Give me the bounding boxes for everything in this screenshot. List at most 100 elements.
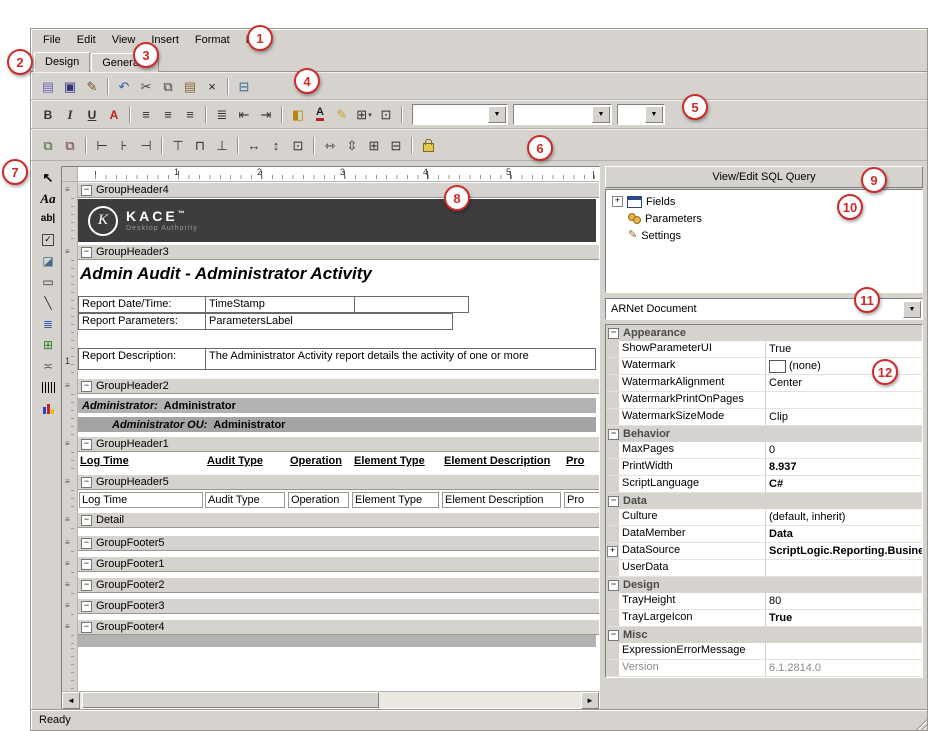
band-header-groupfooter5[interactable]: − GroupFooter5 bbox=[78, 535, 599, 551]
tree-item-fields[interactable]: +Fields bbox=[608, 193, 920, 210]
property-row-trayheight[interactable]: TrayHeight80 bbox=[606, 593, 922, 610]
property-row-datamember[interactable]: DataMemberData bbox=[606, 526, 922, 543]
font-button[interactable]: A bbox=[103, 105, 125, 125]
barcode-tool[interactable] bbox=[38, 378, 59, 396]
property-row-printwidth[interactable]: PrintWidth8.937 bbox=[606, 459, 922, 476]
field-textbox[interactable]: Audit Type bbox=[205, 492, 285, 508]
collapse-icon[interactable]: − bbox=[81, 515, 92, 526]
band-header-groupfooter4[interactable]: − GroupFooter4 bbox=[78, 619, 599, 635]
band-header-groupheader1[interactable]: − GroupHeader1 bbox=[78, 436, 599, 452]
richtext-tool[interactable]: ≣ bbox=[38, 315, 59, 333]
space-across-button[interactable]: ⇿ bbox=[319, 135, 341, 155]
property-value[interactable]: Clip bbox=[766, 409, 922, 425]
band-canvas-groupfooter5[interactable] bbox=[78, 551, 599, 556]
collapse-icon[interactable]: − bbox=[81, 601, 92, 612]
property-category-behavior[interactable]: −Behavior bbox=[606, 426, 922, 442]
undo-button[interactable]: ↶ bbox=[113, 76, 135, 96]
center-vertical-button[interactable]: ⊟ bbox=[385, 135, 407, 155]
band-header-groupfooter2[interactable]: − GroupFooter2 bbox=[78, 577, 599, 593]
property-row-traylargeicon[interactable]: TrayLargeIconTrue bbox=[606, 610, 922, 627]
collapse-icon[interactable]: − bbox=[608, 630, 619, 641]
property-row-culture[interactable]: Culture(default, inherit) bbox=[606, 509, 922, 526]
grid-button[interactable]: ⊡ bbox=[375, 105, 397, 125]
textbox-tool[interactable]: ab| bbox=[38, 210, 59, 228]
center-horizontal-button[interactable]: ⊞ bbox=[363, 135, 385, 155]
pagebreak-tool[interactable]: ≍ bbox=[38, 357, 59, 375]
info-value-textbox[interactable]: ParametersLabel bbox=[205, 313, 453, 330]
property-value[interactable]: 6.1.2814.0 bbox=[766, 660, 922, 676]
column-header[interactable]: Operation bbox=[290, 455, 342, 467]
column-header[interactable]: Element Type bbox=[354, 455, 425, 467]
menu-item-format[interactable]: Format bbox=[187, 31, 238, 49]
property-value[interactable]: C# bbox=[766, 476, 922, 492]
column-headers-band[interactable]: Log TimeAudit TypeOperationElement TypeE… bbox=[78, 452, 599, 474]
dropdown-arrow-icon[interactable]: ▼ bbox=[488, 106, 506, 123]
align-bottoms-button[interactable]: ⊥ bbox=[211, 135, 233, 155]
tree-item-settings[interactable]: ✎Settings bbox=[608, 227, 920, 244]
line-tool[interactable]: ╲ bbox=[38, 294, 59, 312]
horizontal-scrollbar[interactable]: ◄ ► bbox=[62, 691, 599, 708]
save-edit-button[interactable]: ✎ bbox=[81, 76, 103, 96]
band-header-groupheader4[interactable]: − GroupHeader4 bbox=[78, 182, 599, 198]
property-value[interactable]: 0 bbox=[766, 442, 922, 458]
property-value[interactable]: ScriptLogic.Reporting.Busine bbox=[766, 543, 922, 559]
dropdown-arrow-icon[interactable]: ▼ bbox=[903, 301, 921, 318]
column-header[interactable]: Element Description bbox=[444, 455, 550, 467]
column-fields-band[interactable]: Log TimeAudit TypeOperationElement TypeE… bbox=[78, 490, 599, 512]
property-value[interactable]: Data bbox=[766, 526, 922, 542]
property-row-version[interactable]: Version6.1.2814.0 bbox=[606, 660, 922, 677]
zoom-combo[interactable]: ▼ bbox=[617, 104, 665, 125]
band-header-groupheader2[interactable]: − GroupHeader2 bbox=[78, 378, 599, 394]
band-canvas-groupheader3[interactable]: Admin Audit - Administrator Activity Rep… bbox=[78, 260, 599, 378]
property-row-scriptlanguage[interactable]: ScriptLanguageC# bbox=[606, 476, 922, 493]
administrator-band[interactable]: Administrator: Administrator bbox=[78, 398, 596, 413]
align-lefts-button[interactable]: ⊢ bbox=[91, 135, 113, 155]
italic-button[interactable]: I bbox=[59, 105, 81, 125]
collapse-icon[interactable]: − bbox=[608, 580, 619, 591]
align-centers-button[interactable]: ⊦ bbox=[113, 135, 135, 155]
lock-button[interactable] bbox=[417, 135, 439, 155]
paste-button[interactable]: ▤ bbox=[179, 76, 201, 96]
property-row-showparameterui[interactable]: ShowParameterUITrue bbox=[606, 341, 922, 358]
expand-icon[interactable]: + bbox=[612, 196, 623, 207]
field-textbox[interactable]: Operation bbox=[288, 492, 349, 508]
underline-button[interactable]: U bbox=[81, 105, 103, 125]
align-tops-button[interactable]: ⊤ bbox=[167, 135, 189, 155]
band-canvas-groupfooter2[interactable] bbox=[78, 593, 599, 598]
property-value[interactable]: True bbox=[766, 610, 922, 626]
tab-design[interactable]: Design bbox=[34, 52, 90, 72]
dropdown-arrow-icon[interactable]: ▼ bbox=[645, 106, 663, 123]
property-row-watermarksizemode[interactable]: WatermarkSizeModeClip bbox=[606, 409, 922, 426]
font-color-button[interactable]: A bbox=[309, 105, 331, 125]
collapse-icon[interactable]: − bbox=[608, 328, 619, 339]
expand-icon[interactable]: + bbox=[607, 546, 618, 557]
pointer-tool[interactable]: ↖ bbox=[38, 168, 59, 186]
band-header-detail[interactable]: − Detail bbox=[78, 512, 599, 528]
band-canvas-groupfooter1[interactable] bbox=[78, 572, 599, 577]
delete-button[interactable]: × bbox=[201, 76, 223, 96]
font-size-combo[interactable]: ▼ bbox=[513, 104, 612, 125]
info-empty-cell[interactable] bbox=[354, 296, 469, 313]
bold-button[interactable]: B bbox=[37, 105, 59, 125]
property-value[interactable]: 8.937 bbox=[766, 459, 922, 475]
collapse-icon[interactable]: − bbox=[81, 580, 92, 591]
property-row-userdata[interactable]: UserData bbox=[606, 560, 922, 577]
band-header-groupheader5[interactable]: − GroupHeader5 bbox=[78, 474, 599, 490]
same-width-button[interactable]: ↔ bbox=[243, 135, 265, 155]
administrator-ou-band[interactable]: Administrator OU: Administrator bbox=[78, 417, 596, 432]
kace-banner[interactable]: K KACE™ Desktop Authority bbox=[78, 199, 596, 242]
cut-button[interactable]: ✂ bbox=[135, 76, 157, 96]
property-value[interactable]: Center bbox=[766, 375, 922, 391]
field-textbox[interactable]: Element Description bbox=[442, 492, 561, 508]
collapse-icon[interactable]: − bbox=[81, 622, 92, 633]
bullets-button[interactable]: ≣ bbox=[211, 105, 233, 125]
align-right-button[interactable]: ≡ bbox=[179, 105, 201, 125]
align-left-button[interactable]: ≡ bbox=[135, 105, 157, 125]
copy-button[interactable]: ⧉ bbox=[157, 76, 179, 96]
borders-button[interactable]: ⊞▾ bbox=[353, 105, 375, 125]
collapse-icon[interactable]: − bbox=[81, 559, 92, 570]
field-textbox[interactable]: Pro bbox=[564, 492, 599, 508]
dropdown-arrow-icon[interactable]: ▼ bbox=[592, 106, 610, 123]
property-value[interactable] bbox=[766, 560, 922, 576]
reorder-groups-button[interactable]: ⊟ bbox=[233, 76, 255, 96]
